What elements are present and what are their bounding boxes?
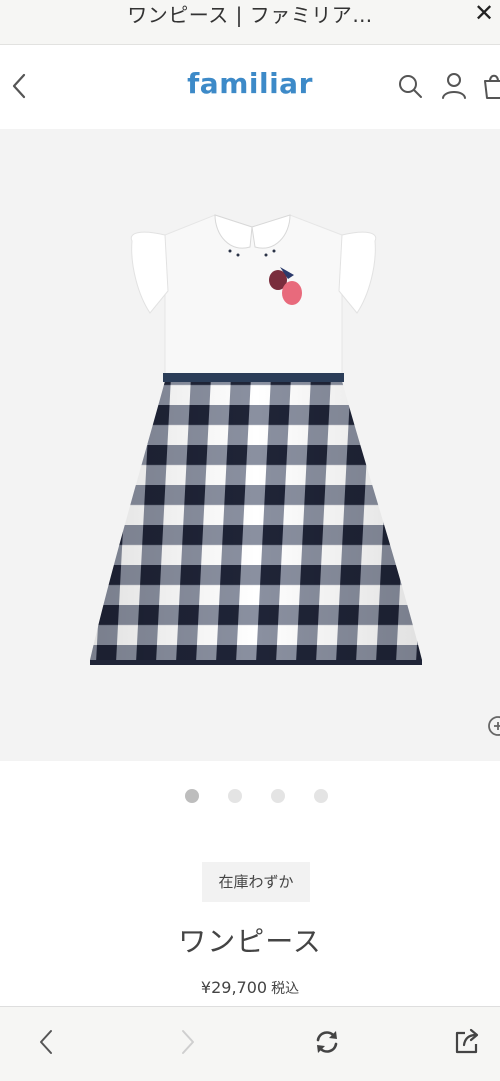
share-button[interactable] — [452, 1027, 482, 1057]
reload-button[interactable] — [312, 1027, 342, 1057]
user-icon — [442, 73, 466, 99]
pagination-dot[interactable] — [228, 789, 242, 803]
product-image-dress — [90, 214, 422, 665]
back-arrow-icon — [40, 1030, 52, 1054]
account-button[interactable] — [440, 71, 468, 101]
browser-title-bar: ワンピース | ファミリア… ✕ — [0, 0, 500, 45]
gallery-pagination — [0, 786, 500, 806]
brand-logo[interactable]: familiar — [0, 67, 500, 100]
browser-forward-button[interactable] — [172, 1027, 202, 1057]
pagination-dot[interactable] — [271, 789, 285, 803]
reload-icon — [316, 1031, 338, 1053]
product-price-row: ¥29,700 税込 — [0, 978, 500, 998]
site-header: familiar — [0, 45, 500, 129]
browser-toolbar — [0, 1006, 500, 1081]
zoom-icon — [488, 716, 500, 736]
search-icon — [399, 75, 422, 98]
forward-arrow-icon — [182, 1030, 194, 1054]
cart-icon — [484, 74, 500, 99]
product-price: ¥29,700 — [200, 978, 268, 997]
tax-label: 税込 — [271, 981, 300, 997]
product-image-gallery[interactable] — [0, 129, 500, 761]
page-title: ワンピース | ファミリア… — [127, 3, 373, 27]
stock-status-badge: 在庫わずか — [202, 862, 310, 902]
pagination-dot[interactable] — [314, 789, 328, 803]
zoom-button[interactable] — [486, 714, 500, 738]
close-button[interactable]: ✕ — [474, 0, 498, 28]
cart-button[interactable] — [480, 71, 500, 101]
share-icon — [455, 1028, 479, 1054]
pagination-dot[interactable] — [185, 789, 199, 803]
search-button[interactable] — [396, 71, 424, 101]
product-name: ワンピース — [178, 925, 322, 958]
browser-back-button[interactable] — [32, 1027, 62, 1057]
